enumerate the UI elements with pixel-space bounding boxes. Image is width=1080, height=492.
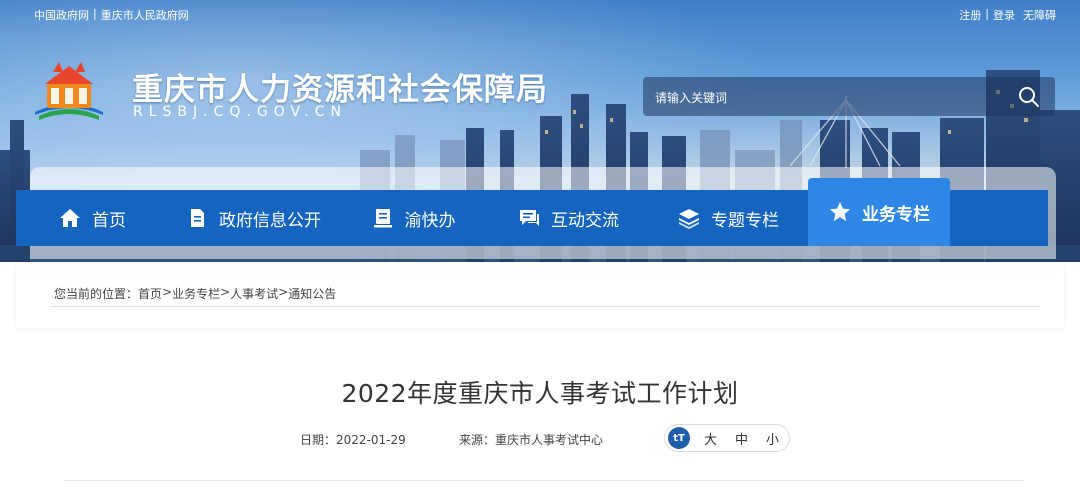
breadcrumb-exam[interactable]: 人事考试 xyxy=(230,285,278,302)
star-icon xyxy=(828,200,852,224)
nav-item-interaction[interactable]: 互动交流 xyxy=(488,190,648,246)
breadcrumb-separator: > xyxy=(162,285,173,299)
home-icon xyxy=(58,206,82,230)
nav-item-label: 首页 xyxy=(92,210,126,231)
breadcrumb-separator: > xyxy=(278,285,289,299)
register-link[interactable]: 注册 xyxy=(959,7,981,23)
breadcrumb-notice[interactable]: 通知公告 xyxy=(288,285,336,302)
content-divider xyxy=(64,480,1024,481)
nav-item-special[interactable]: 专题专栏 xyxy=(648,190,808,246)
search-input[interactable] xyxy=(653,77,1007,118)
badge-icon xyxy=(371,206,395,230)
breadcrumb: 您当前的位置： 首页 > 业务专栏 > 人事考试 > 通知公告 xyxy=(54,285,336,302)
layers-icon xyxy=(677,206,701,230)
font-size-switcher: tT 大 中 小 xyxy=(664,424,790,452)
article-title: 2022年度重庆市人事考试工作计划 xyxy=(341,379,739,408)
font-size-small-button[interactable]: 小 xyxy=(766,429,779,448)
nav-item-label: 渝快办 xyxy=(404,210,456,231)
nav-item-label: 专题专栏 xyxy=(711,210,779,231)
breadcrumb-business[interactable]: 业务专栏 xyxy=(172,285,220,302)
nav-item-yukuaiban[interactable]: 渝快办 xyxy=(338,190,488,246)
top-links-right: 注册 | 登录 无障碍 xyxy=(959,7,1056,23)
link-gov-cn[interactable]: 中国政府网 xyxy=(34,7,89,23)
nav-item-business[interactable]: 业务专栏 xyxy=(808,178,950,246)
font-size-medium-button[interactable]: 中 xyxy=(735,429,748,448)
article-source: 来源：重庆市人事考试中心 xyxy=(459,433,604,447)
nav-item-home[interactable]: 首页 xyxy=(16,190,168,246)
main-nav: 首页 政府信息公开 渝快办 互动交流 专题专栏 业务专栏 xyxy=(16,178,1048,246)
chat-icon xyxy=(517,206,541,230)
search-box xyxy=(643,77,1055,118)
nav-item-label: 政府信息公开 xyxy=(219,210,321,231)
font-size-large-button[interactable]: 大 xyxy=(704,429,717,448)
site-title: 重庆市人力资源和社会保障局 xyxy=(132,72,548,108)
top-links-separator: | xyxy=(93,7,97,20)
nav-item-label: 互动交流 xyxy=(551,210,619,231)
accessibility-link[interactable]: 无障碍 xyxy=(1023,7,1056,23)
nav-item-gov-info[interactable]: 政府信息公开 xyxy=(168,190,338,246)
font-size-icon: tT xyxy=(668,427,690,449)
breadcrumb-prefix: 您当前的位置： xyxy=(54,287,139,301)
article-date: 日期：2022-01-29 xyxy=(300,433,406,447)
link-cq-gov[interactable]: 重庆市人民政府网 xyxy=(101,7,189,23)
top-links-left: 中国政府网 | 重庆市人民政府网 xyxy=(34,7,189,23)
login-link[interactable]: 登录 xyxy=(993,7,1015,23)
nav-item-label: 业务专栏 xyxy=(862,204,930,225)
search-icon[interactable] xyxy=(1017,85,1041,109)
user-links-separator: | xyxy=(985,7,989,20)
site-url: RLSBJ.CQ.GOV.CN xyxy=(133,104,347,120)
document-icon xyxy=(185,206,209,230)
breadcrumb-separator: > xyxy=(220,285,231,299)
breadcrumb-divider xyxy=(50,306,1040,307)
site-logo[interactable] xyxy=(33,58,105,124)
article-meta: 日期：2022-01-29 来源：重庆市人事考试中心 xyxy=(0,431,1080,451)
breadcrumb-home[interactable]: 首页 xyxy=(138,285,162,302)
